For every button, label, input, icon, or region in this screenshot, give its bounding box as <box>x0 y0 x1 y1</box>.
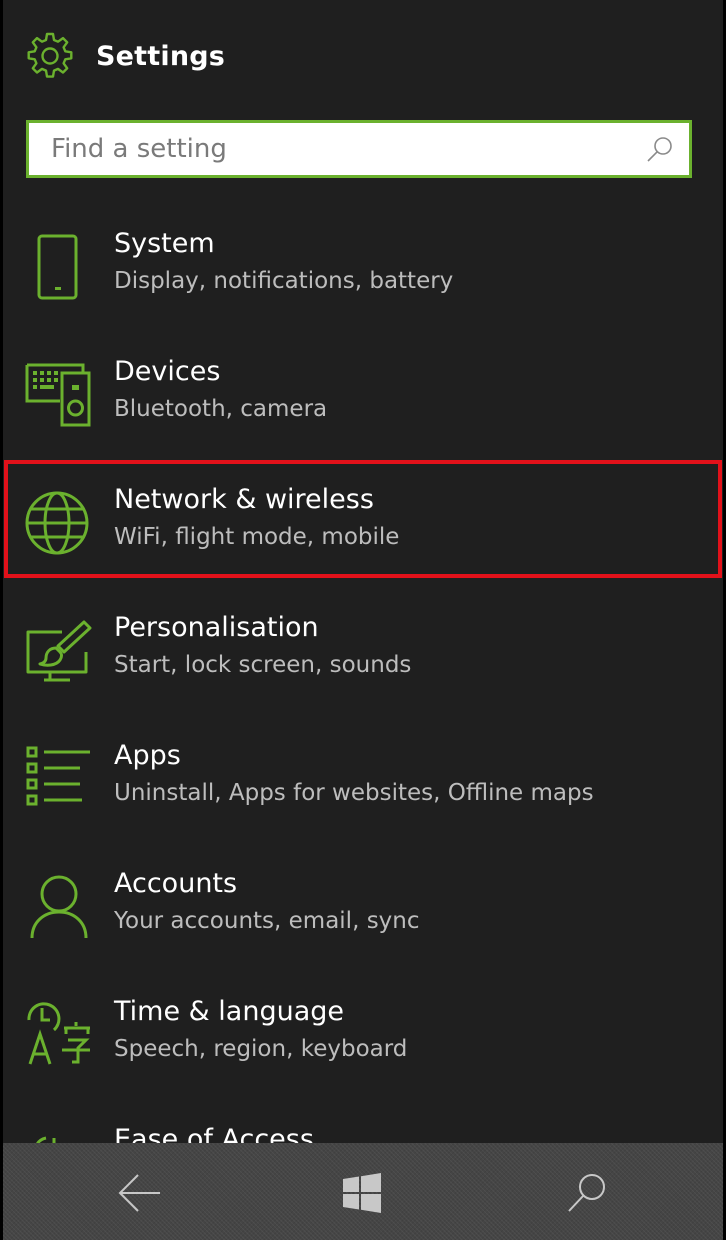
paint-brush-icon <box>26 620 92 682</box>
navigation-bar <box>3 1143 723 1240</box>
header: Settings <box>24 28 225 84</box>
settings-item-time-language[interactable]: Time & language Speech, region, keyboard <box>0 996 726 1108</box>
item-description: Bluetooth, camera <box>114 396 328 422</box>
item-description: Your accounts, email, sync <box>114 908 420 934</box>
item-description: Start, lock screen, sounds <box>114 652 412 678</box>
left-edge <box>0 0 3 1240</box>
item-description: Uninstall, Apps for websites, Offline ma… <box>114 780 594 806</box>
search-icon[interactable] <box>645 135 675 165</box>
gear-icon <box>27 32 73 78</box>
devices-icon <box>25 363 91 427</box>
settings-item-accounts[interactable]: Accounts Your accounts, email, sync <box>0 868 726 980</box>
time-language-icon <box>27 1002 90 1065</box>
settings-item-personalisation[interactable]: Personalisation Start, lock screen, soun… <box>0 612 726 724</box>
settings-item-devices[interactable]: Devices Bluetooth, camera <box>0 356 726 468</box>
search-button[interactable] <box>559 1165 615 1221</box>
item-title: Apps <box>114 740 181 771</box>
search-input[interactable] <box>29 123 629 175</box>
highlight-frame <box>4 460 722 578</box>
item-description: Display, notifications, battery <box>114 268 454 294</box>
start-button[interactable] <box>334 1165 390 1221</box>
settings-item-apps[interactable]: Apps Uninstall, Apps for websites, Offli… <box>0 740 726 852</box>
item-title: Personalisation <box>114 612 319 643</box>
item-title: Time & language <box>114 996 345 1027</box>
item-description: Speech, region, keyboard <box>114 1036 408 1062</box>
windows-logo-icon <box>343 1173 381 1213</box>
settings-item-system[interactable]: System Display, notifications, battery <box>0 228 726 340</box>
item-title: Accounts <box>114 868 238 899</box>
back-arrow-icon <box>118 1174 160 1212</box>
apps-list-icon <box>26 746 90 806</box>
phone-icon <box>37 234 78 300</box>
search-box[interactable] <box>26 120 692 178</box>
settings-screen: Settings System Display, notifications, … <box>0 0 726 1240</box>
person-icon <box>30 875 88 939</box>
item-title: System <box>114 228 215 259</box>
search-icon <box>568 1174 605 1212</box>
back-button[interactable] <box>111 1165 167 1221</box>
page-title: Settings <box>96 40 226 72</box>
item-title: Devices <box>114 356 221 387</box>
